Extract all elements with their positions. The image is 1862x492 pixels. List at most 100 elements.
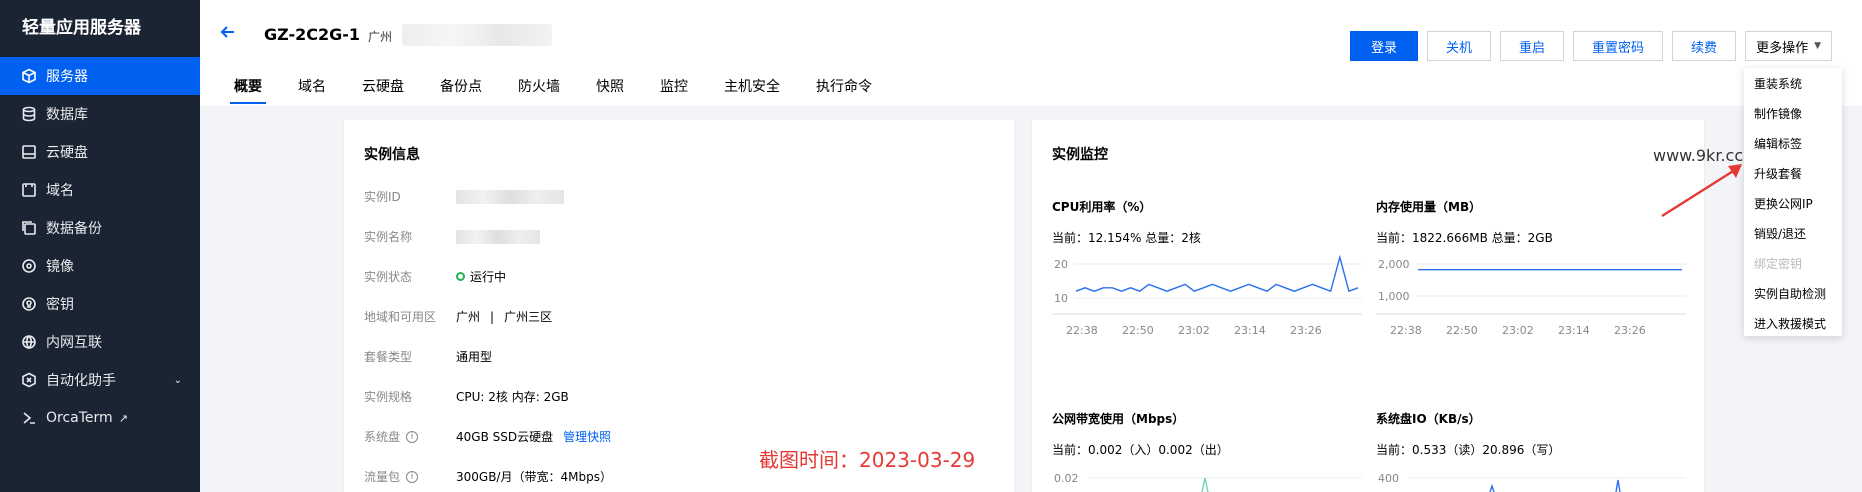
x-tick-label: 22:50 (1446, 324, 1478, 337)
menu-item-edit-tags[interactable]: 编辑标签 (1744, 128, 1842, 158)
disk-io-metric-title: 系统盘IO（KB/s） (1376, 412, 1481, 426)
external-link-icon: ↗ (118, 411, 128, 425)
tab-run-command[interactable]: 执行命令 (802, 72, 886, 106)
bandwidth-metric-current: 当前：0.002（入）0.002（出） (1052, 443, 1229, 457)
back-arrow-icon[interactable] (218, 22, 238, 42)
x-tick-label: 23:14 (1234, 324, 1266, 337)
menu-item-reinstall[interactable]: 重装系统 (1744, 68, 1842, 98)
disk-value: 40GB SSD云硬盘 (456, 430, 554, 444)
sidebar-item-database[interactable]: 数据库 (0, 95, 200, 133)
tab-domain[interactable]: 域名 (284, 72, 340, 106)
tab-cloud-disk[interactable]: 云硬盘 (348, 72, 418, 106)
bandwidth-chart: 0.02 (1054, 472, 1362, 492)
x-tick-label: 22:50 (1122, 324, 1154, 337)
info-label: 系统盘 (364, 430, 401, 444)
shutdown-button[interactable]: 关机 (1427, 31, 1492, 61)
more-actions-button[interactable]: 更多操作 ▼ (1745, 31, 1832, 61)
menu-item-change-public-ip[interactable]: 更换公网IP (1744, 188, 1842, 218)
x-tick-label: 23:26 (1290, 324, 1322, 337)
sidebar-item-orcaterm[interactable]: OrcaTerm ↗ (0, 399, 200, 437)
sidebar-item-intranet[interactable]: 内网互联 (0, 323, 200, 361)
login-button[interactable]: 登录 (1349, 31, 1418, 61)
info-row-name: 实例名称 (364, 228, 540, 245)
manage-snapshot-link[interactable]: 管理快照 (563, 428, 611, 445)
renew-button[interactable]: 续费 (1672, 31, 1737, 61)
domain-icon (20, 181, 38, 199)
more-actions-label: 更多操作 (1756, 40, 1809, 56)
sidebar-item-label: 域名 (46, 183, 74, 199)
more-actions-dropdown: 重装系统 制作镜像 编辑标签 升级套餐 更换公网IP 销毁/退还 绑定密钥 实例… (1744, 68, 1842, 336)
tab-backup[interactable]: 备份点 (426, 72, 496, 106)
cpu-metric: CPU利用率（%） 当前：12.154% 总量：2核 (1052, 198, 1201, 246)
x-tick-label: 22:38 (1390, 324, 1422, 337)
restart-button[interactable]: 重启 (1500, 31, 1565, 61)
memory-metric: 内存使用量（MB） 当前：1822.666MB 总量：2GB (1376, 198, 1553, 246)
info-label: 实例名称 (364, 230, 413, 244)
sidebar-item-backup[interactable]: 数据备份 (0, 209, 200, 247)
y-tick-label: 20 (1054, 258, 1068, 271)
instance-info-card: 实例信息 实例ID 实例名称 实例状态 运行中 地域和可用区 广州 | 广州三区… (344, 120, 1014, 492)
instance-info-title: 实例信息 (364, 147, 420, 163)
info-label-with-icon: 流量包 i (364, 468, 456, 485)
sidebar-item-domain[interactable]: 域名 (0, 171, 200, 209)
menu-item-self-check[interactable]: 实例自助检测 (1744, 278, 1842, 308)
annotation-arrow-icon (1661, 164, 1742, 218)
sidebar-item-image[interactable]: 镜像 (0, 247, 200, 285)
cpu-metric-current: 当前：12.154% 总量：2核 (1052, 231, 1201, 245)
tab-overview[interactable]: 概要 (220, 72, 276, 106)
database-icon (20, 105, 38, 123)
sidebar-item-label: 内网互联 (46, 335, 102, 351)
instance-monitor-card: 实例监控 CPU利用率（%） 当前：12.154% 总量：2核 20 10 22… (1032, 120, 1704, 492)
x-tick-label: 23:02 (1502, 324, 1534, 337)
info-icon[interactable]: i (406, 430, 419, 443)
redacted-id (456, 189, 564, 204)
automation-icon (20, 371, 38, 389)
chevron-down-icon: ⌄ (173, 374, 182, 386)
info-label: 地域和可用区 (364, 310, 437, 324)
x-tick-label: 23:14 (1558, 324, 1590, 337)
menu-item-create-image[interactable]: 制作镜像 (1744, 98, 1842, 128)
y-tick-label: 2,000 (1378, 258, 1410, 271)
info-row-status: 实例状态 运行中 (364, 268, 506, 285)
bandwidth-metric: 公网带宽使用（Mbps） 当前：0.002（入）0.002（出） (1052, 410, 1229, 458)
tab-host-security[interactable]: 主机安全 (710, 72, 794, 106)
x-tick-label: 23:02 (1178, 324, 1210, 337)
bandwidth-metric-title: 公网带宽使用（Mbps） (1052, 412, 1185, 426)
sidebar-item-label: 镜像 (46, 259, 74, 275)
instance-monitor-title: 实例监控 (1052, 147, 1108, 163)
menu-item-destroy[interactable]: 销毁/退还 (1744, 218, 1842, 248)
image-icon (20, 257, 38, 275)
info-value (456, 228, 540, 245)
info-row-plan: 套餐类型 通用型 (364, 348, 492, 365)
x-tick-label: 22:38 (1066, 324, 1098, 337)
sidebar-item-cloud-disk[interactable]: 云硬盘 (0, 133, 200, 171)
tab-snapshot[interactable]: 快照 (582, 72, 638, 106)
terminal-icon (20, 409, 38, 427)
memory-metric-current: 当前：1822.666MB 总量：2GB (1376, 231, 1553, 245)
info-label: 实例规格 (364, 390, 413, 404)
info-value: CPU: 2核 内存: 2GB (456, 390, 569, 404)
info-value: 通用型 (456, 350, 493, 364)
tab-firewall[interactable]: 防火墙 (504, 72, 574, 106)
key-icon (20, 295, 38, 313)
tab-monitor[interactable]: 监控 (646, 72, 702, 106)
disk-io-chart: 400 (1378, 472, 1686, 492)
memory-chart: 2,000 1,000 22:38 22:50 23:02 23:14 23:2… (1376, 258, 1686, 337)
menu-item-upgrade-plan[interactable]: 升级套餐 (1744, 158, 1842, 188)
sidebar-item-automation[interactable]: 自动化助手 ⌄ (0, 361, 200, 399)
sidebar-item-label: 密钥 (46, 297, 74, 313)
sidebar-item-servers[interactable]: 服务器 (0, 57, 200, 95)
info-label-with-icon: 系统盘 i (364, 428, 456, 445)
disk-icon (20, 143, 38, 161)
reset-password-button[interactable]: 重置密码 (1573, 31, 1664, 61)
menu-item-rescue-mode[interactable]: 进入救援模式 (1744, 308, 1842, 338)
sidebar-item-label: 自动化助手 (46, 373, 116, 389)
redacted-name (456, 229, 540, 244)
sidebar-item-key[interactable]: 密钥 (0, 285, 200, 323)
info-value: 运行中 (456, 268, 506, 285)
cube-icon (20, 67, 38, 85)
info-icon[interactable]: i (406, 470, 419, 483)
info-row-id: 实例ID (364, 188, 564, 205)
info-row-spec: 实例规格 CPU: 2核 内存: 2GB (364, 388, 569, 405)
sidebar-item-label: OrcaTerm (46, 410, 113, 426)
